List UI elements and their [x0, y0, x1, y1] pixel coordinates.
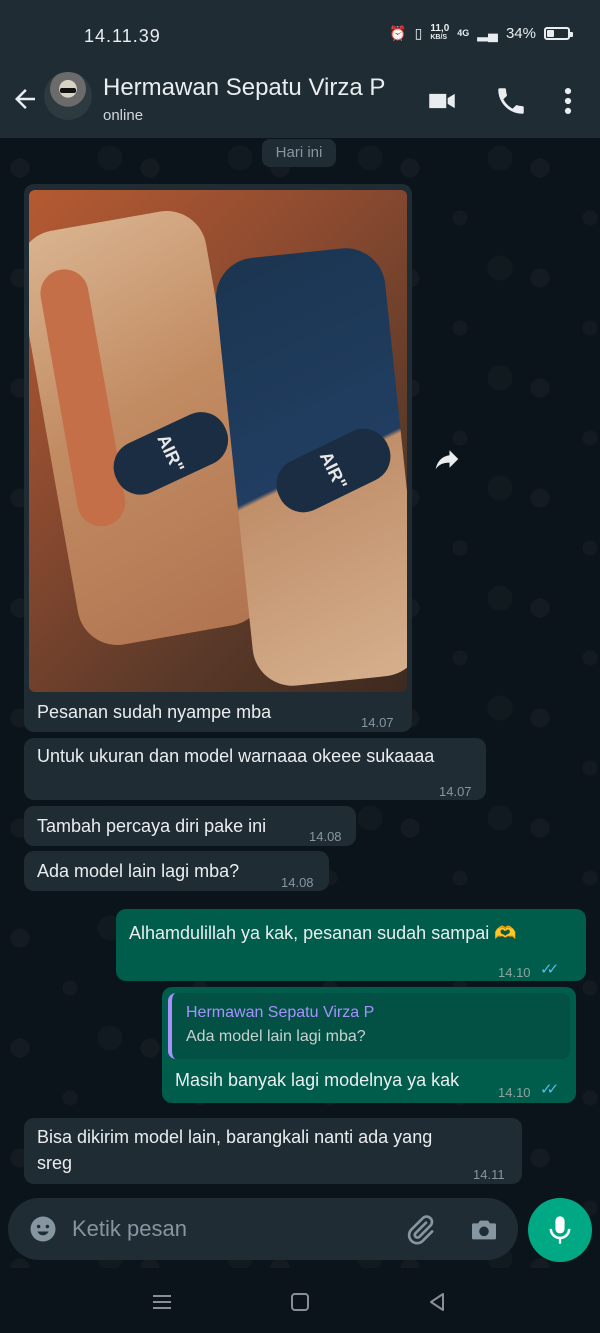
shoe-photo[interactable]: AIR" AIR": [29, 190, 407, 692]
message-text-line1: Bisa dikirim model lain, barangkali nant…: [37, 1127, 433, 1147]
back-nav-icon[interactable]: [426, 1291, 448, 1313]
read-ticks-icon: ✓✓: [540, 1081, 559, 1098]
more-options-icon[interactable]: [558, 84, 578, 118]
air-logo-right: AIR": [267, 419, 400, 522]
status-time: 14.11.39: [84, 26, 161, 46]
chat-header: Hermawan Sepatu Virza P online: [0, 64, 600, 138]
heart-hands-emoji: 🫶: [494, 923, 517, 943]
status-bar: 14.11.39 ⏰ ▯ 11,0 KB/S 4G ▂▄ 34%: [0, 0, 600, 64]
shoe-right: AIR": [211, 244, 407, 690]
message-text: Ada model lain lagi mba?: [37, 861, 240, 881]
battery-icon: [544, 26, 573, 40]
message-input[interactable]: Ketik pesan: [72, 1216, 187, 1242]
image-caption: Pesanan sudah nyampe mba: [37, 702, 272, 722]
camera-icon[interactable]: [468, 1214, 500, 1246]
incoming-message[interactable]: Untuk ukuran dan model warnaaa okeee suk…: [24, 738, 486, 800]
quoted-message[interactable]: Hermawan Sepatu Virza P Ada model lain l…: [168, 993, 570, 1059]
microphone-button[interactable]: [528, 1198, 592, 1262]
recent-apps-icon[interactable]: [151, 1291, 173, 1313]
message-time: 14.11: [473, 1167, 505, 1182]
read-ticks-icon: ✓✓: [540, 961, 559, 978]
message-text-line2: sreg: [37, 1153, 73, 1173]
shoe-sole: [36, 265, 130, 531]
network-speed: 11,0 KB/S: [430, 23, 450, 42]
message-time: 14.10: [498, 965, 531, 980]
message-time: 14.08: [309, 829, 342, 844]
battery-percent: 34%: [505, 24, 536, 42]
message-time: 14.10: [498, 1085, 531, 1100]
message-input-bar[interactable]: Ketik pesan: [8, 1198, 518, 1260]
vibrate-icon: ▯: [414, 24, 423, 41]
contact-name[interactable]: Hermawan Sepatu Virza P: [103, 74, 385, 102]
message-text: Untuk ukuran dan model warnaaa okeee suk…: [37, 746, 435, 766]
system-nav-bar: [0, 1268, 600, 1333]
message-text: Alhamdulillah ya kak, pesanan sudah samp…: [129, 923, 517, 943]
incoming-message[interactable]: Ada model lain lagi mba? 14.08: [24, 851, 329, 891]
outgoing-reply-message[interactable]: Hermawan Sepatu Virza P Ada model lain l…: [162, 987, 576, 1103]
incoming-message[interactable]: Bisa dikirim model lain, barangkali nant…: [24, 1118, 522, 1184]
status-icons: ⏰ ▯ 11,0 KB/S 4G ▂▄ 34%: [389, 23, 573, 42]
avatar[interactable]: [44, 72, 92, 120]
emoji-icon[interactable]: [28, 1214, 58, 1244]
quoted-author: Hermawan Sepatu Virza P: [186, 1004, 375, 1021]
message-time: 14.07: [361, 715, 394, 730]
message-text: Masih banyak lagi modelnya ya kak: [175, 1070, 460, 1090]
video-call-icon[interactable]: [425, 84, 459, 118]
air-logo-left: AIR": [105, 403, 237, 504]
message-time: 14.08: [281, 875, 314, 890]
alarm-icon: ⏰: [389, 24, 407, 41]
image-message[interactable]: AIR" AIR" Pesanan sudah nyampe mba 14.07: [24, 184, 412, 732]
quoted-text: Ada model lain lagi mba?: [186, 1028, 366, 1045]
microphone-icon: [549, 1216, 571, 1244]
incoming-message[interactable]: Tambah percaya diri pake ini 14.08: [24, 806, 356, 846]
network-type: 4G: [457, 28, 470, 38]
battery-fill: [547, 29, 554, 37]
attach-icon[interactable]: [404, 1214, 436, 1246]
message-text: Tambah percaya diri pake ini: [37, 816, 267, 836]
forward-icon[interactable]: [432, 444, 462, 474]
signal-icon: ▂▄: [477, 24, 498, 41]
contact-status: online: [103, 107, 144, 124]
message-time: 14.07: [439, 784, 472, 799]
phone-call-icon[interactable]: [494, 84, 528, 118]
back-arrow-icon[interactable]: [10, 84, 40, 114]
home-icon[interactable]: [289, 1291, 311, 1313]
date-chip: Hari ini: [262, 139, 336, 167]
outgoing-message[interactable]: Alhamdulillah ya kak, pesanan sudah samp…: [116, 909, 586, 981]
